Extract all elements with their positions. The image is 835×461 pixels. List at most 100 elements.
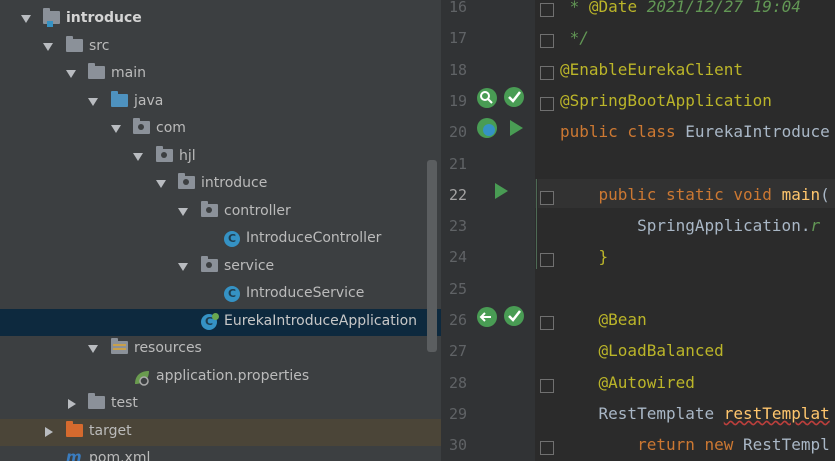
tree-item-introduce-package[interactable]: introduce — [0, 171, 441, 198]
code-token: r — [810, 216, 821, 236]
code-line: @Bean — [560, 310, 647, 329]
run-main-icon[interactable] — [495, 183, 508, 199]
tree-item-com[interactable]: com — [0, 116, 441, 143]
tree-item-label: EurekaIntroduceApplication — [224, 313, 418, 329]
tree-item-eureka-introduce-application[interactable]: C EurekaIntroduceApplication — [0, 309, 441, 336]
code-token: */ — [560, 28, 589, 48]
tree-item-main[interactable]: main — [0, 61, 441, 88]
line-number: 25 — [448, 279, 467, 298]
tree-item-src[interactable]: src — [0, 34, 441, 61]
line-number: 30 — [448, 436, 467, 455]
code-token: public class — [560, 122, 686, 142]
code-token: @Date — [588, 0, 638, 16]
tree-item-label: src — [89, 38, 110, 54]
tree-item-resources[interactable]: resources — [0, 336, 441, 363]
line-number: 22 — [448, 185, 467, 204]
chevron-down-icon[interactable] — [178, 208, 188, 216]
fold-marker-icon[interactable] — [540, 34, 554, 49]
tree-item-label: IntroduceService — [246, 285, 365, 301]
tree-item-introduce-controller[interactable]: C IntroduceController — [0, 226, 441, 253]
tree-item-hjl[interactable]: hjl — [0, 144, 441, 171]
tree-scrollbar[interactable] — [427, 160, 437, 352]
tree-item-label: application.properties — [156, 368, 310, 384]
code-editor[interactable]: 16 * @Date 2021/12/27 19:04 17 */ 18 @Enabl… — [441, 0, 835, 461]
module-folder-icon — [43, 8, 60, 27]
fold-marker-icon[interactable] — [540, 3, 554, 17]
tree-item-service[interactable]: service — [0, 254, 441, 281]
tree-item-pom-xml[interactable]: m pom.xml — [0, 446, 441, 461]
chevron-down-icon[interactable] — [88, 345, 98, 353]
chevron-down-icon[interactable] — [111, 125, 121, 133]
code-line: RestTemplate restTemplat — [560, 404, 830, 423]
code-line: @Autowired — [560, 373, 695, 392]
chevron-down-icon[interactable] — [133, 153, 143, 161]
package-icon — [156, 146, 173, 162]
tree-item-test[interactable]: test — [0, 391, 441, 418]
code-token: RestTempl — [743, 435, 830, 455]
tree-item-label: hjl — [179, 148, 196, 164]
folder-icon — [88, 63, 105, 79]
maven-icon: m — [66, 448, 82, 461]
code-line: @SpringBootApplication — [560, 91, 772, 110]
tree-item-target[interactable]: target — [0, 419, 441, 446]
chevron-down-icon[interactable] — [178, 263, 188, 271]
line-number: 24 — [448, 248, 467, 267]
code-token: SpringApplication. — [560, 216, 811, 236]
tree-item-label: resources — [134, 340, 202, 356]
fold-marker-icon[interactable] — [540, 378, 554, 393]
chevron-down-icon[interactable] — [21, 15, 31, 23]
chevron-right-icon[interactable] — [45, 427, 53, 437]
tree-item-label: java — [134, 93, 164, 109]
chevron-down-icon[interactable] — [88, 98, 98, 106]
tree-item-label: introduce — [66, 10, 142, 26]
code-token: @SpringBootApplication — [560, 90, 772, 110]
fold-marker-icon[interactable] — [540, 253, 554, 268]
line-number: 16 — [448, 0, 467, 16]
code-line: @EnableEurekaClient — [560, 60, 743, 79]
spring-boot-run-config-icon[interactable] — [476, 117, 498, 139]
indent-guide — [536, 179, 538, 269]
find-usages-icon[interactable] — [476, 87, 498, 109]
code-line: SpringApplication.r — [560, 216, 820, 235]
chevron-down-icon[interactable] — [66, 70, 76, 78]
code-token: restTemplat — [723, 403, 830, 423]
fold-marker-icon[interactable] — [540, 96, 554, 111]
code-token: @Autowired — [598, 372, 695, 392]
chevron-right-icon[interactable] — [68, 399, 76, 409]
fold-marker-icon[interactable] — [540, 441, 554, 456]
tree-item-label: main — [111, 65, 146, 81]
code-token: 2021/12/27 19:04 — [637, 0, 801, 16]
line-number: 28 — [448, 373, 467, 392]
line-number: 21 — [448, 154, 467, 173]
fold-marker-icon[interactable] — [540, 316, 554, 330]
folder-icon — [88, 393, 105, 409]
line-number: 26 — [448, 311, 467, 329]
fold-marker-icon[interactable] — [540, 65, 554, 80]
spring-bean-check-icon[interactable] — [503, 305, 525, 327]
tree-item-java[interactable]: java — [0, 89, 441, 116]
chevron-down-icon[interactable] — [43, 43, 53, 51]
source-folder-icon — [111, 91, 128, 107]
code-token: RestTemplate — [560, 403, 724, 423]
folder-icon — [66, 36, 83, 52]
fold-marker-icon[interactable] — [540, 190, 554, 205]
code-token: return new — [637, 435, 744, 455]
tree-item-controller[interactable]: controller — [0, 199, 441, 226]
tree-item-introduce-module[interactable]: introduce — [0, 6, 441, 33]
run-class-icon[interactable] — [510, 120, 523, 136]
navigate-back-icon[interactable] — [476, 306, 498, 328]
line-number: 20 — [448, 123, 467, 142]
resources-folder-icon — [111, 338, 128, 354]
code-line: */ — [560, 28, 589, 47]
tree-item-label: pom.xml — [89, 450, 151, 461]
tree-item-application-properties[interactable]: application.properties — [0, 364, 441, 391]
chevron-down-icon[interactable] — [156, 180, 166, 188]
package-icon — [133, 118, 150, 134]
spring-bean-check-icon[interactable] — [503, 86, 525, 108]
tree-item-introduce-service[interactable]: C IntroduceService — [0, 281, 441, 308]
code-token: @Bean — [598, 310, 647, 329]
tree-item-label: test — [111, 395, 138, 411]
